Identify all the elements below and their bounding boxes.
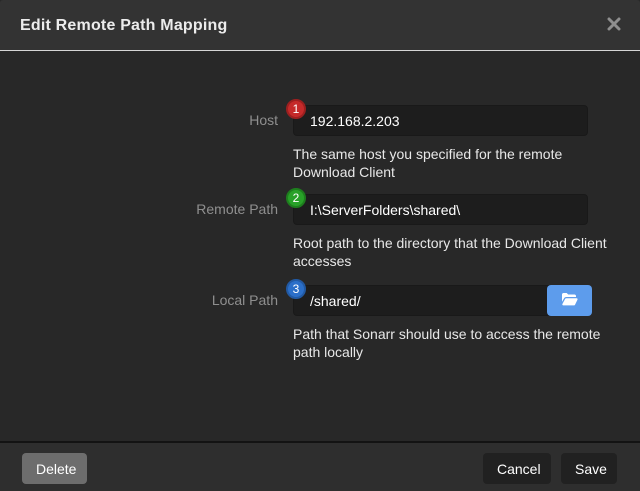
edit-remote-path-mapping-modal: Edit Remote Path Mapping Host 1 The same… bbox=[0, 0, 640, 491]
local-path-label: Local Path bbox=[0, 285, 278, 316]
host-input[interactable] bbox=[293, 105, 588, 136]
browse-folder-button[interactable] bbox=[547, 285, 592, 316]
remote-path-label: Remote Path bbox=[0, 194, 278, 225]
remote-path-input-wrap: 2 bbox=[293, 194, 588, 225]
close-button[interactable] bbox=[602, 0, 626, 51]
modal-body: Host 1 The same host you specified for t… bbox=[0, 52, 640, 441]
modal-title: Edit Remote Path Mapping bbox=[20, 0, 227, 51]
host-input-wrap: 1 bbox=[293, 105, 588, 136]
local-path-input[interactable] bbox=[293, 285, 588, 316]
folder-open-icon bbox=[561, 292, 578, 309]
annotation-badge-3: 3 bbox=[286, 279, 306, 299]
save-button[interactable]: Save bbox=[561, 453, 617, 484]
annotation-badge-2: 2 bbox=[286, 188, 306, 208]
cancel-button[interactable]: Cancel bbox=[483, 453, 551, 484]
annotation-badge-1: 1 bbox=[286, 99, 306, 119]
delete-button[interactable]: Delete bbox=[22, 453, 87, 484]
remote-path-input[interactable] bbox=[293, 194, 588, 225]
host-help-text: The same host you specified for the remo… bbox=[293, 145, 623, 181]
host-label: Host bbox=[0, 105, 278, 136]
local-path-input-wrap: 3 bbox=[293, 285, 588, 316]
remote-path-help-text: Root path to the directory that the Down… bbox=[293, 234, 623, 270]
local-path-help-text: Path that Sonarr should use to access th… bbox=[293, 325, 623, 361]
modal-footer: Delete Cancel Save bbox=[0, 441, 640, 491]
modal-header: Edit Remote Path Mapping bbox=[0, 0, 640, 51]
close-icon bbox=[607, 17, 621, 34]
